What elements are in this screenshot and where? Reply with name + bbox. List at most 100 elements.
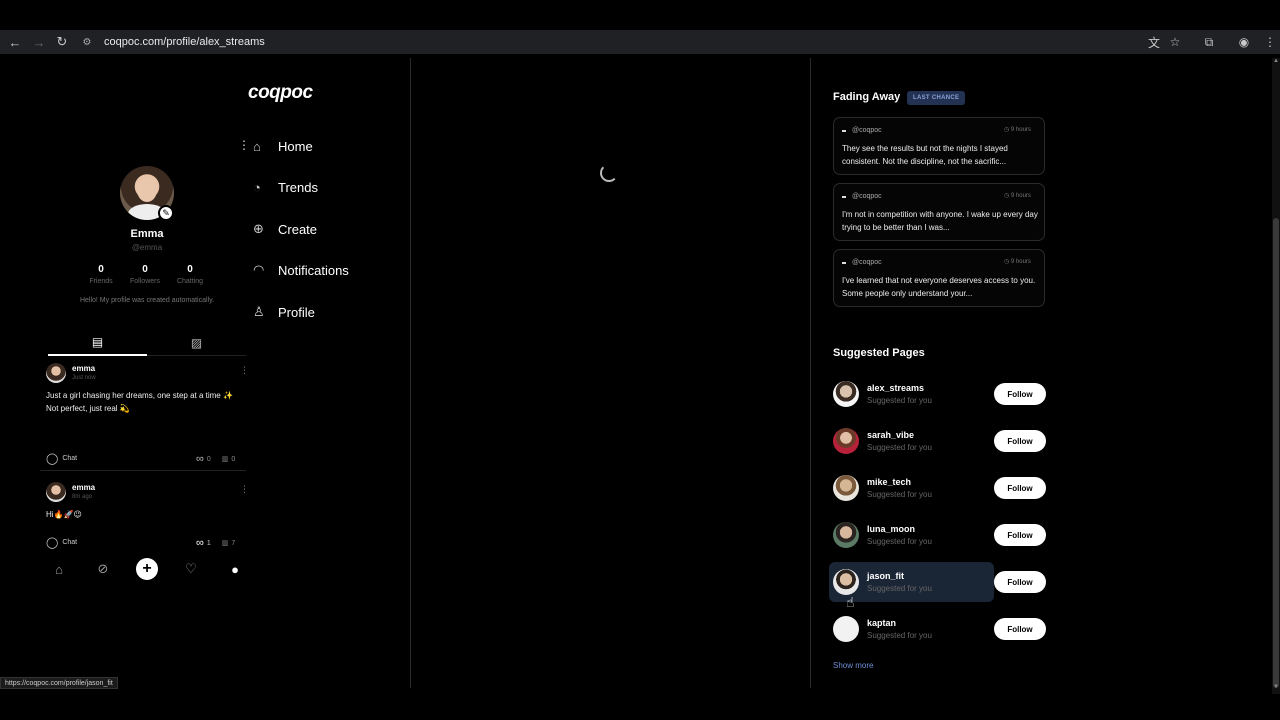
tab-posts[interactable]: ▤ [48,330,147,356]
last-chance-badge: LAST CHANCE [907,91,966,105]
chat-label: Chat [62,455,78,462]
nav-home[interactable]: ⌂ Home [253,133,383,159]
suggested-avatar[interactable] [833,381,859,407]
follow-button[interactable]: Follow [994,571,1046,593]
chat-bubble-icon: ◯ [46,537,59,549]
edit-avatar-icon[interactable]: ✎ [158,205,174,221]
views-icon: ▥ [221,456,229,463]
fading-card[interactable]: @coqpoc ◷ 9 hours I've learned that not … [833,249,1045,307]
card-author: @coqpoc [852,259,882,266]
stat-label: Followers [130,278,160,285]
more-options-icon[interactable]: ⋮ [240,484,249,495]
post-avatar[interactable] [46,363,66,383]
suggested-username[interactable]: sarah_vibe [867,430,914,440]
nav-label: Trends [278,179,318,195]
fading-title: Fading Away [833,91,901,103]
post-text: Hi🔥🚀😉 [46,510,82,519]
window-top-bar [0,0,1280,30]
nav-label: Create [278,221,318,237]
scroll-down-icon[interactable]: ▼ [1272,684,1280,692]
browser-toolbar: ← → ↻ ⚙ coqpoc.com/profile/alex_streams … [0,30,1280,54]
post-username[interactable]: emma [72,483,95,492]
bookmark-star-icon[interactable]: ☆ [1167,34,1183,50]
home-icon[interactable]: ⌂ [48,558,70,580]
suggested-username[interactable]: kaptan [867,618,896,628]
nav-profile[interactable]: ♙ Profile [253,299,383,325]
page-scrollbar[interactable]: ▲ ▼ [1272,58,1280,694]
post-stats: ∞ 0 ▥ 0 [196,453,238,465]
more-options-icon[interactable]: ⋮ [240,365,249,376]
loop-count: 0 [206,455,211,463]
nav-label: Notifications [278,262,349,278]
post-username[interactable]: emma [72,364,95,373]
site-settings-icon[interactable]: ⚙ [80,35,94,49]
more-menu-icon[interactable]: ⋮ [238,138,250,152]
follow-button[interactable]: Follow [994,618,1046,640]
menu-icon[interactable]: ⋮ [1262,34,1278,50]
suggested-avatar[interactable] [833,522,859,548]
chat-bubble-icon: ◯ [46,453,59,465]
suggested-username[interactable]: luna_moon [867,524,915,534]
extensions-icon[interactable]: ⧉ [1201,34,1217,50]
suggested-avatar[interactable] [833,428,859,454]
home-icon: ⌂ [253,138,261,154]
suggested-avatar[interactable] [833,616,859,642]
translate-icon[interactable]: 文 [1146,34,1162,50]
suggested-avatar[interactable] [833,475,859,501]
suggested-avatar[interactable] [833,569,859,595]
clock-icon: ◷ [1004,193,1011,199]
notifications-icon: ◠ [253,262,265,277]
suggested-subtitle: Suggested for you [867,631,932,640]
create-plus-icon[interactable]: + [136,558,158,580]
back-icon[interactable]: ← [7,34,23,50]
author-icon [842,261,846,264]
post-stats: ∞ 1 ▥ 7 [196,537,238,549]
stat-chatting[interactable]: 0 Chatting [170,264,210,285]
post-item: emma 8m ago ⋮ Hi🔥🚀😉 ◯ Chat ∞ 1 ▥ 7 [44,482,250,552]
user-icon[interactable]: ● [224,558,246,580]
chat-button[interactable]: ◯ Chat [46,536,77,549]
nav-trends[interactable]: ◔ Trends [253,174,383,200]
nav-label: Home [278,138,313,154]
suggested-username[interactable]: jason_fit [867,571,904,581]
profile-icon: ♙ [253,304,265,319]
column-divider [410,58,411,688]
show-more-link[interactable]: Show more [833,661,873,670]
follow-button[interactable]: Follow [994,430,1046,452]
suggested-subtitle: Suggested for you [867,396,932,405]
suggested-username[interactable]: mike_tech [867,477,911,487]
url-text: coqpoc.com/profile/alex_streams [104,36,265,48]
author-icon [842,195,846,198]
suggested-subtitle: Suggested for you [867,490,932,499]
follow-button[interactable]: Follow [994,383,1046,405]
hand-cursor-icon: ☝ [846,594,855,610]
account-icon[interactable]: ◉ [1236,34,1252,50]
card-text: I'm not in competition with anyone. I wa… [842,210,1038,232]
follow-button[interactable]: Follow [994,524,1046,546]
forward-icon[interactable]: → [31,34,47,50]
address-bar[interactable]: ⚙ coqpoc.com/profile/alex_streams [80,33,1130,51]
explore-icon[interactable]: ⊘ [92,558,114,580]
post-divider [40,470,246,471]
reload-icon[interactable]: ↻ [54,34,70,50]
scrollbar-thumb[interactable] [1273,218,1279,688]
follow-button[interactable]: Follow [994,477,1046,499]
clock-icon: ◷ [1004,127,1011,133]
document-icon: ▤ [91,335,104,349]
nav-create[interactable]: ⊕ Create [253,216,383,242]
nav-notifications[interactable]: ◠ Notifications [253,257,383,283]
stat-followers[interactable]: 0 Followers [125,264,165,285]
suggested-username[interactable]: alex_streams [867,383,924,393]
card-time: 9 hours [1010,127,1031,133]
fading-card[interactable]: @coqpoc ◷ 9 hours They see the results b… [833,117,1045,175]
scroll-up-icon[interactable]: ▲ [1272,58,1280,66]
heart-icon[interactable]: ♡ [180,558,202,580]
post-avatar[interactable] [46,482,66,502]
tab-media[interactable]: ▨ [147,330,246,356]
chat-button[interactable]: ◯ Chat [46,452,77,465]
site-logo[interactable]: coqpoc [248,82,313,104]
card-time: 9 hours [1010,193,1031,199]
stat-friends[interactable]: 0 Friends [81,264,121,285]
stat-value: 0 [98,264,104,275]
fading-card[interactable]: @coqpoc ◷ 9 hours I'm not in competition… [833,183,1045,241]
